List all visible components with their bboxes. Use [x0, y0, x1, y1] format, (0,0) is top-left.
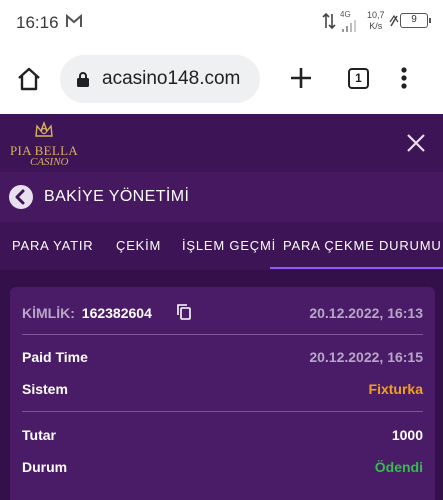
- divider: [22, 411, 423, 412]
- page-title: BAKİYE YÖNETİMİ: [44, 188, 190, 205]
- url-text: acasino148.com: [102, 68, 241, 89]
- id-label-text: KİMLİK:: [22, 305, 75, 321]
- created-at: 20.12.2022, 16:13: [309, 305, 423, 321]
- paid-time-label: Paid Time: [22, 349, 88, 365]
- site-logo[interactable]: PIA BELLA CASINO: [8, 120, 80, 168]
- tab-withdrawal-status[interactable]: PARA ÇEKME DURUMU: [283, 238, 442, 253]
- gmail-icon: [66, 13, 82, 33]
- speed-unit: K/s: [369, 21, 383, 31]
- speed-value: 10,7: [367, 10, 385, 20]
- site-header: PIA BELLA CASINO: [0, 114, 443, 172]
- withdrawal-card: KİMLİK: 162382604 20.12.2022, 16:13 Paid…: [10, 287, 435, 500]
- system-label: Sistem: [22, 381, 68, 397]
- amount-value: 1000: [391, 427, 423, 443]
- logo-subtext: CASINO: [30, 156, 69, 168]
- tab-history[interactable]: İŞLEM GEÇMİ: [182, 238, 276, 253]
- amount-label: Tutar: [22, 427, 56, 443]
- battery-icon: 9: [400, 13, 431, 28]
- more-menu-icon[interactable]: [400, 66, 408, 95]
- back-button[interactable]: [9, 185, 33, 209]
- status-label: Durum: [22, 459, 68, 475]
- crown-icon: [34, 120, 54, 145]
- no-sim-icon: [389, 14, 399, 33]
- id-label: KİMLİK: 162382604: [22, 305, 152, 321]
- url-bar[interactable]: acasino148.com: [60, 55, 260, 103]
- home-icon[interactable]: [16, 66, 42, 97]
- withdrawal-list: KİMLİK: 162382604 20.12.2022, 16:13 Paid…: [0, 270, 443, 500]
- system-value: Fixturka: [368, 381, 423, 397]
- active-tab-indicator: [270, 267, 443, 269]
- status-badge: Ödendi: [374, 459, 423, 475]
- tab-withdraw[interactable]: ÇEKİM: [116, 238, 161, 253]
- lock-icon: [76, 71, 90, 92]
- id-value: 162382604: [81, 305, 152, 321]
- tab-switcher-button[interactable]: 1: [348, 68, 369, 89]
- paid-time-value: 20.12.2022, 16:15: [309, 349, 423, 365]
- web-app: PIA BELLA CASINO BAKİYE YÖNETİMİ PARA YA…: [0, 114, 443, 500]
- copy-icon[interactable]: [177, 304, 191, 323]
- network-speed: 10,7 K/s: [367, 10, 385, 32]
- tab-bar: PARA YATIR ÇEKİM İŞLEM GEÇMİ PARA ÇEKME …: [0, 222, 443, 270]
- network-type: 4G: [340, 10, 351, 19]
- status-bar: 16:16 4G 10,7 K/s 9: [0, 0, 443, 44]
- divider: [22, 334, 423, 335]
- new-tab-icon[interactable]: [289, 66, 313, 95]
- tab-deposit[interactable]: PARA YATIR: [12, 238, 93, 253]
- browser-toolbar: acasino148.com 1: [0, 44, 443, 114]
- chevron-left-icon: [15, 189, 25, 205]
- close-icon[interactable]: [406, 133, 426, 158]
- data-transfer-icon: [322, 12, 336, 35]
- section-header: BAKİYE YÖNETİMİ: [0, 172, 443, 222]
- signal-icon: [342, 19, 358, 37]
- status-time: 16:16: [16, 13, 59, 32]
